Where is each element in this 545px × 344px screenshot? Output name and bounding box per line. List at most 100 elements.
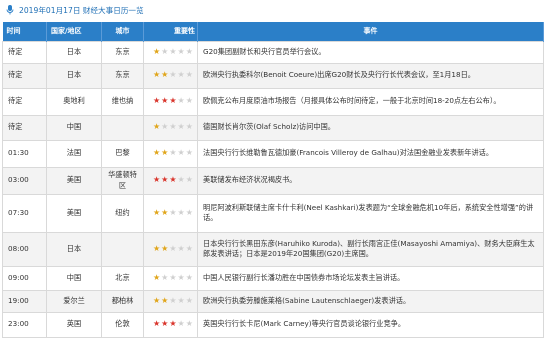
star-icon: ★ xyxy=(161,243,169,253)
economic-calendar-table: 时间 国家/地区 城市 重要性 事件 待定 日本 东京 ★ ★ ★ ★ ★ G20集团副财长和央… xyxy=(2,22,544,338)
importance-rating: ★ ★ ★ ★ ★ xyxy=(147,319,194,330)
star-icon: ★ xyxy=(153,70,161,80)
cell-time: 09:00 xyxy=(2,265,47,291)
cell-city: 都柏林 xyxy=(101,289,144,313)
star-icon: ★ xyxy=(185,46,193,56)
cell-time: 08:00 xyxy=(2,231,47,267)
star-icon: ★ xyxy=(185,122,193,132)
star-icon: ★ xyxy=(177,148,185,158)
cell-event: 欧洲央行执委科尔(Benoit Coeure)出席G20财长及央行行长代表会议，… xyxy=(197,62,544,89)
star-icon: ★ xyxy=(153,148,161,158)
star-icon: ★ xyxy=(177,272,185,282)
star-icon: ★ xyxy=(185,207,193,217)
star-icon: ★ xyxy=(153,46,161,56)
cell-event: 日本央行行长黑田东彦(Haruhiko Kuroda)、副行长雨宫正佳(Masa… xyxy=(197,231,544,267)
star-icon: ★ xyxy=(185,243,193,253)
table-row: 03:00 美国 华盛顿特区 ★ ★ ★ ★ ★ 美联储发布经济状况褐皮书。 xyxy=(2,166,544,195)
star-icon: ★ xyxy=(177,70,185,80)
star-icon: ★ xyxy=(177,46,185,56)
importance-rating: ★ ★ ★ ★ ★ xyxy=(147,47,194,58)
star-icon: ★ xyxy=(153,122,161,132)
cell-region: 爱尔兰 xyxy=(46,289,102,313)
table-row: 待定 日本 东京 ★ ★ ★ ★ ★ G20集团副财长和央行官员举行会议。 xyxy=(2,40,544,64)
cell-importance: ★ ★ ★ ★ ★ xyxy=(143,87,198,116)
table-row: 19:00 爱尔兰 都柏林 ★ ★ ★ ★ ★ 欧洲央行执委劳滕施莱格(Sabine Laute… xyxy=(2,289,544,313)
cell-city: 东京 xyxy=(101,62,144,89)
star-icon: ★ xyxy=(153,319,161,329)
cell-time: 待定 xyxy=(2,62,47,89)
star-icon: ★ xyxy=(161,319,169,329)
star-icon: ★ xyxy=(185,295,193,305)
cell-region: 美国 xyxy=(46,166,102,195)
star-icon: ★ xyxy=(185,70,193,80)
importance-rating: ★ ★ ★ ★ ★ xyxy=(147,208,194,219)
star-icon: ★ xyxy=(161,148,169,158)
table-row: 08:00 日本 ★ ★ ★ ★ ★ 日本央行行长黑田东彦(Haruhiko Kuroda)、… xyxy=(2,231,544,267)
cell-event: 欧佩克公布月度原油市场报告（月报具体公布时间待定，一般于北京时间18-20点左右… xyxy=(197,87,544,116)
cell-city: 北京 xyxy=(101,265,144,291)
cell-event: 德国财长肖尔茨(Olaf Scholz)访问中国。 xyxy=(197,114,544,141)
cell-region: 美国 xyxy=(46,193,102,233)
table-row: 待定 日本 东京 ★ ★ ★ ★ ★ 欧洲央行执委科尔(Benoit Coeure)出席G20财… xyxy=(2,62,544,89)
cell-city: 伦敦 xyxy=(101,311,144,338)
importance-rating: ★ ★ ★ ★ ★ xyxy=(147,244,194,255)
table-row: 待定 中国 ★ ★ ★ ★ ★ 德国财长肖尔茨(Olaf Scholz)访问中国。 xyxy=(2,114,544,141)
cell-city: 东京 xyxy=(101,40,144,64)
cell-city: 维也纳 xyxy=(101,87,144,116)
cell-region: 日本 xyxy=(46,62,102,89)
importance-rating: ★ ★ ★ ★ ★ xyxy=(147,70,194,81)
star-icon: ★ xyxy=(169,175,177,185)
star-icon: ★ xyxy=(177,295,185,305)
table-header-row: 时间 国家/地区 城市 重要性 事件 xyxy=(2,22,544,41)
cell-event: 明尼阿波利斯联储主席卡什卡利(Neel Kashkari)发表题为“全球金融危机… xyxy=(197,193,544,233)
cell-importance: ★ ★ ★ ★ ★ xyxy=(143,40,198,64)
cell-importance: ★ ★ ★ ★ ★ xyxy=(143,114,198,141)
cell-city: 纽约 xyxy=(101,193,144,233)
star-icon: ★ xyxy=(177,319,185,329)
star-icon: ★ xyxy=(185,319,193,329)
star-icon: ★ xyxy=(153,96,161,106)
importance-rating: ★ ★ ★ ★ ★ xyxy=(147,296,194,307)
column-header-importance: 重要性 xyxy=(143,22,198,41)
star-icon: ★ xyxy=(185,148,193,158)
star-icon: ★ xyxy=(153,175,161,185)
cell-time: 待定 xyxy=(2,40,47,64)
cell-importance: ★ ★ ★ ★ ★ xyxy=(143,139,198,168)
cell-city: 巴黎 xyxy=(101,139,144,168)
cell-event: 英国央行行长卡尼(Mark Carney)等央行官员谈论银行业竞争。 xyxy=(197,311,544,338)
cell-city xyxy=(101,231,144,267)
microphone-icon xyxy=(6,5,14,15)
table-row: 09:00 中国 北京 ★ ★ ★ ★ ★ 中国人民银行副行长潘功胜在中国债券市场论坛发表主旨讲… xyxy=(2,265,544,291)
star-icon: ★ xyxy=(169,148,177,158)
star-icon: ★ xyxy=(161,175,169,185)
cell-importance: ★ ★ ★ ★ ★ xyxy=(143,289,198,313)
star-icon: ★ xyxy=(169,96,177,106)
calendar-header: 2019年01月17日 财经大事日历一览 xyxy=(0,0,545,20)
column-header-event: 事件 xyxy=(197,22,544,41)
cell-city: 华盛顿特区 xyxy=(101,166,144,195)
star-icon: ★ xyxy=(153,272,161,282)
cell-event: 欧洲央行执委劳滕施莱格(Sabine Lautenschlaeger)发表讲话。 xyxy=(197,289,544,313)
table-row: 23:00 英国 伦敦 ★ ★ ★ ★ ★ 英国央行行长卡尼(Mark Carney)等央行官员… xyxy=(2,311,544,338)
star-icon: ★ xyxy=(161,70,169,80)
cell-region: 中国 xyxy=(46,265,102,291)
cell-region: 英国 xyxy=(46,311,102,338)
star-icon: ★ xyxy=(169,207,177,217)
cell-time: 待定 xyxy=(2,87,47,116)
star-icon: ★ xyxy=(169,46,177,56)
cell-region: 法国 xyxy=(46,139,102,168)
star-icon: ★ xyxy=(177,122,185,132)
star-icon: ★ xyxy=(169,122,177,132)
cell-event: 中国人民银行副行长潘功胜在中国债券市场论坛发表主旨讲话。 xyxy=(197,265,544,291)
star-icon: ★ xyxy=(185,272,193,282)
star-icon: ★ xyxy=(153,295,161,305)
cell-time: 07:30 xyxy=(2,193,47,233)
importance-rating: ★ ★ ★ ★ ★ xyxy=(147,148,194,159)
cell-importance: ★ ★ ★ ★ ★ xyxy=(143,62,198,89)
cell-region: 中国 xyxy=(46,114,102,141)
star-icon: ★ xyxy=(153,243,161,253)
cell-event: G20集团副财长和央行官员举行会议。 xyxy=(197,40,544,64)
cell-time: 19:00 xyxy=(2,289,47,313)
cell-importance: ★ ★ ★ ★ ★ xyxy=(143,166,198,195)
column-header-time: 时间 xyxy=(2,22,47,41)
